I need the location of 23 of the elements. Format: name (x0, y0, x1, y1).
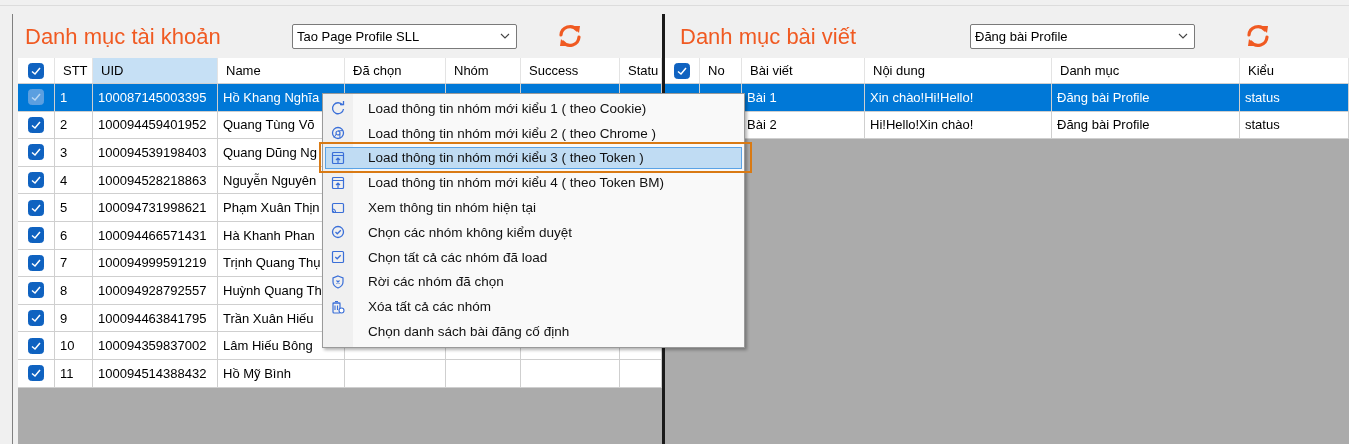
table-cell: 3 (55, 139, 93, 167)
table-cell: 100094928792557 (93, 277, 218, 305)
panel-title: Danh mục tài khoản (24, 23, 222, 50)
table-cell: Hi!Hello!Xin chào! (865, 111, 1052, 140)
table-cell: 6 (55, 221, 93, 250)
table-cell: Xin chào!Hi!Hello! (865, 84, 1052, 112)
table-cell: 100094466571431 (93, 221, 218, 250)
table-cell: 100094539198403 (93, 139, 218, 167)
panel-title: Danh mục bài viết (679, 23, 858, 50)
table-cell: Hồ Mỹ Bình (218, 359, 345, 388)
table-cell: status (1240, 111, 1349, 140)
table-cell: 10 (55, 332, 93, 360)
table-cell: 100094731998621 (93, 194, 218, 222)
table-cell: 100094359837002 (93, 332, 218, 360)
table-cell: 100094514388432 (93, 359, 218, 388)
table-cell: 1 (55, 84, 93, 112)
table-cell: 11 (55, 359, 93, 388)
table-cell: 5 (55, 194, 93, 222)
table-cell: Đăng bài Profile (1052, 84, 1240, 112)
table-cell: 8 (55, 277, 93, 305)
table-cell: 100087145003395 (93, 84, 218, 112)
table-cell: status (1240, 84, 1349, 112)
table-cell: Đăng bài Profile (1052, 111, 1240, 140)
